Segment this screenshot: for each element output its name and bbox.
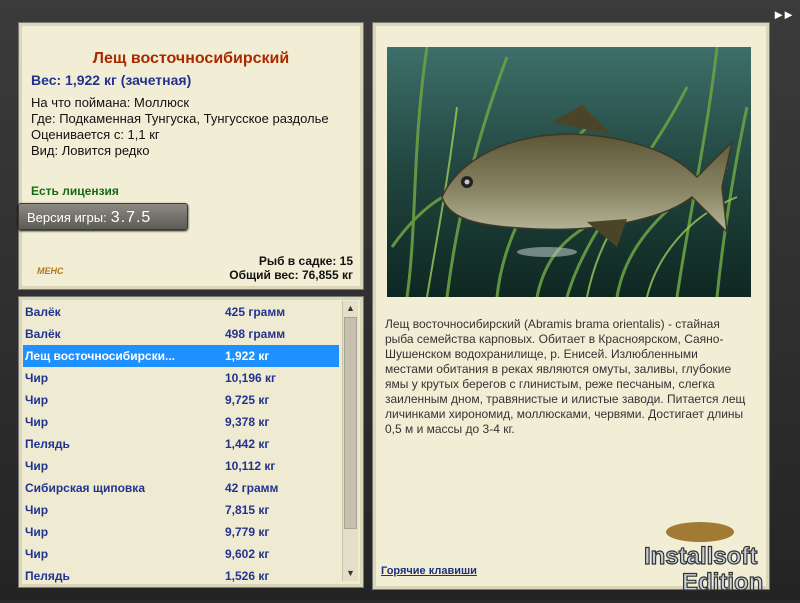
- list-item-name: Пелядь: [25, 437, 70, 451]
- list-item[interactable]: Чир 9,779 кг: [23, 521, 339, 543]
- list-item-weight: 425 грамм: [225, 305, 286, 319]
- watermark-line1: Installsoft: [644, 543, 757, 570]
- list-item[interactable]: Чир 9,602 кг: [23, 543, 339, 565]
- list-item[interactable]: Чир 9,725 кг: [23, 389, 339, 411]
- list-item-name: Чир: [25, 547, 49, 561]
- list-item-name: Валёк: [25, 305, 61, 319]
- list-item-name: Чир: [25, 525, 49, 539]
- list-item-weight: 10,196 кг: [225, 371, 277, 385]
- list-item-weight: 42 грамм: [225, 481, 279, 495]
- list-item[interactable]: Чир 10,196 кг: [23, 367, 339, 389]
- list-item[interactable]: Чир 7,815 кг: [23, 499, 339, 521]
- list-item-weight: 9,779 кг: [225, 525, 270, 539]
- list-item[interactable]: Пелядь 1,526 кг: [23, 565, 339, 587]
- list-item-weight: 1,922 кг: [225, 349, 270, 363]
- list-item-name: Сибирская щиповка: [25, 481, 145, 495]
- list-item[interactable]: Валёк 498 грамм: [23, 323, 339, 345]
- list-item-name: Чир: [25, 415, 49, 429]
- total-weight: Общий вес: 76,855 кг: [229, 268, 353, 282]
- list-item[interactable]: Чир 10,112 кг: [23, 455, 339, 477]
- list-item-name: Чир: [25, 459, 49, 473]
- small-logo: МЕНС: [37, 266, 64, 276]
- list-item-weight: 9,725 кг: [225, 393, 270, 407]
- fish-detail-panel: Лещ восточносибирский (Abramis brama ori…: [372, 22, 770, 590]
- catch-stats: Рыб в садке: 15 Общий вес: 76,855 кг: [229, 254, 353, 282]
- fish-title: Лещ восточносибирский: [92, 50, 290, 67]
- watermark-line2: Edition: [682, 569, 763, 596]
- version-number: 3.7.5: [110, 209, 152, 226]
- installsoft-watermark: Installsoft Edition: [640, 518, 792, 598]
- fish-photo: [387, 47, 751, 297]
- fish-count: Рыб в садке: 15: [258, 254, 353, 268]
- list-item[interactable]: Лещ восточносибирски... 1,922 кг: [23, 345, 339, 367]
- lizard-logo-icon: [666, 522, 734, 542]
- list-item-weight: 1,526 кг: [225, 569, 270, 583]
- bait-text: На что поймана: Моллюск: [31, 95, 190, 110]
- list-item-weight: 9,602 кг: [225, 547, 270, 561]
- list-item-name: Чир: [25, 371, 49, 385]
- scroll-thumb[interactable]: [344, 317, 357, 529]
- scroll-down-icon[interactable]: ▼: [343, 566, 358, 581]
- list-item-name: Чир: [25, 393, 49, 407]
- license-status: Есть лицензия: [31, 184, 119, 198]
- catch-list: Валёк 425 грамм Валёк 498 грамм Лещ восточно…: [23, 301, 339, 587]
- list-item-weight: 1,442 кг: [225, 437, 270, 451]
- location-text: Где: Подкаменная Тунгуска, Тунгусское ра…: [31, 111, 329, 126]
- fish-description: Лещ восточносибирский (Abramis brama ori…: [385, 317, 746, 436]
- list-item-weight: 498 грамм: [225, 327, 286, 341]
- list-item-name: Валёк: [25, 327, 61, 341]
- skip-forward-icon[interactable]: ►►: [772, 7, 795, 22]
- list-item-weight: 10,112 кг: [225, 459, 276, 473]
- fish-weight: Вес: 1,922 кг (зачетная): [31, 72, 192, 88]
- version-label: Версия игры:: [27, 210, 107, 225]
- list-item[interactable]: Сибирская щиповка 42 грамм: [23, 477, 339, 499]
- version-badge: Версия игры: 3.7.5: [18, 203, 188, 230]
- value-text: Оценивается с: 1,1 кг: [31, 127, 160, 142]
- scroll-up-icon[interactable]: ▲: [343, 301, 358, 316]
- fish-properties: На что поймана: Моллюск Где: Подкаменная…: [31, 95, 351, 159]
- fish-info-panel: Лещ восточносибирский Вес: 1,922 кг (зач…: [18, 22, 364, 290]
- list-item-name: Пелядь: [25, 569, 70, 583]
- catch-list-panel: Валёк 425 грамм Валёк 498 грамм Лещ восточно…: [18, 296, 364, 588]
- hotkeys-link[interactable]: Горячие клавиши: [381, 565, 477, 577]
- list-item[interactable]: Валёк 425 грамм: [23, 301, 339, 323]
- list-item-name: Чир: [25, 503, 49, 517]
- list-item-weight: 7,815 кг: [225, 503, 270, 517]
- list-item-name: Лещ восточносибирски...: [25, 349, 175, 363]
- list-scrollbar[interactable]: ▲ ▼: [342, 301, 358, 581]
- list-item[interactable]: Чир 9,378 кг: [23, 411, 339, 433]
- kind-text: Вид: Ловится редко: [31, 143, 150, 158]
- list-item[interactable]: Пелядь 1,442 кг: [23, 433, 339, 455]
- list-item-weight: 9,378 кг: [225, 415, 270, 429]
